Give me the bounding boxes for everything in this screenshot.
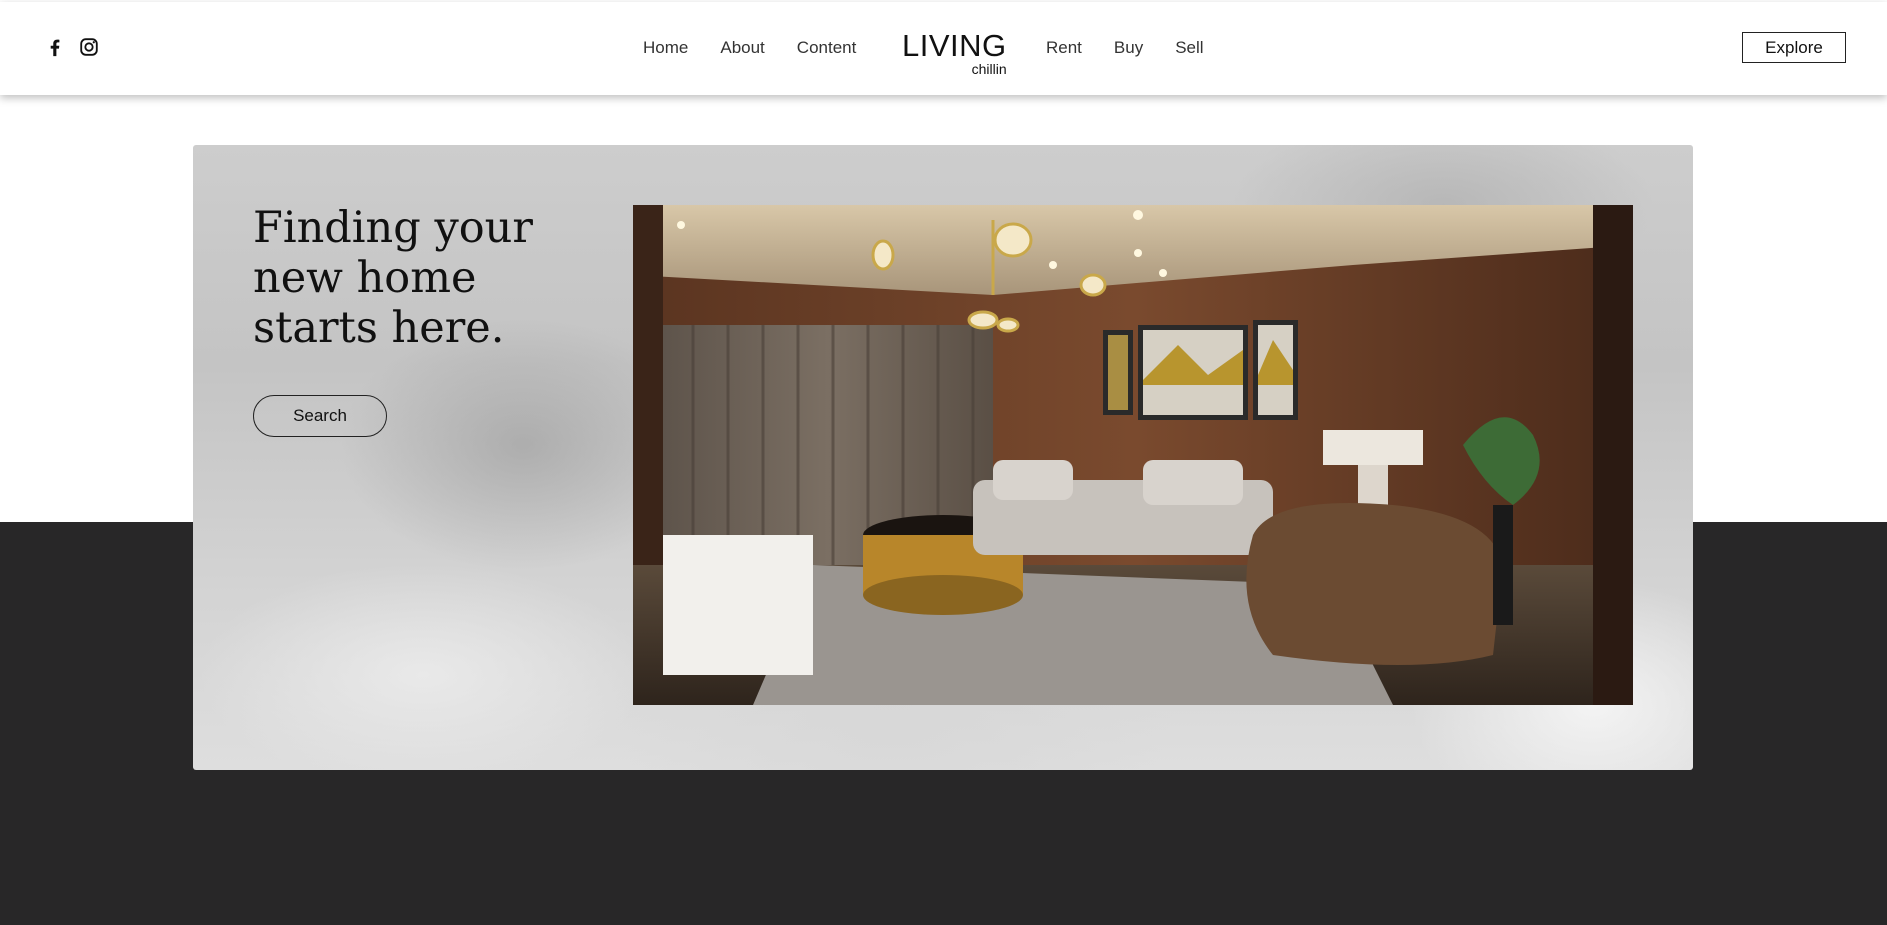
nav-buy[interactable]: Buy bbox=[1114, 38, 1143, 58]
logo-main-text: LIVING bbox=[902, 28, 1007, 63]
living-room-photo bbox=[633, 205, 1633, 705]
hero-card: Finding your new home starts here. Searc… bbox=[193, 145, 1693, 770]
nav-rent[interactable]: Rent bbox=[1046, 38, 1082, 58]
primary-nav-left: Home About Content bbox=[643, 38, 856, 58]
explore-button[interactable]: Explore bbox=[1742, 32, 1846, 63]
logo-sub-text: chillin bbox=[971, 61, 1007, 77]
search-button[interactable]: Search bbox=[253, 395, 387, 437]
site-header: Home About Content LIVING chillin Rent B… bbox=[0, 2, 1887, 95]
nav-home[interactable]: Home bbox=[643, 38, 688, 58]
site-logo[interactable]: LIVING chillin bbox=[902, 30, 1007, 76]
primary-nav-right: Rent Buy Sell bbox=[1046, 38, 1204, 58]
social-links bbox=[44, 36, 100, 58]
nav-about[interactable]: About bbox=[720, 38, 764, 58]
instagram-icon[interactable] bbox=[78, 36, 100, 58]
facebook-icon[interactable] bbox=[44, 36, 66, 58]
nav-content[interactable]: Content bbox=[797, 38, 857, 58]
nav-sell[interactable]: Sell bbox=[1175, 38, 1203, 58]
hero-headline: Finding your new home starts here. bbox=[253, 203, 533, 353]
